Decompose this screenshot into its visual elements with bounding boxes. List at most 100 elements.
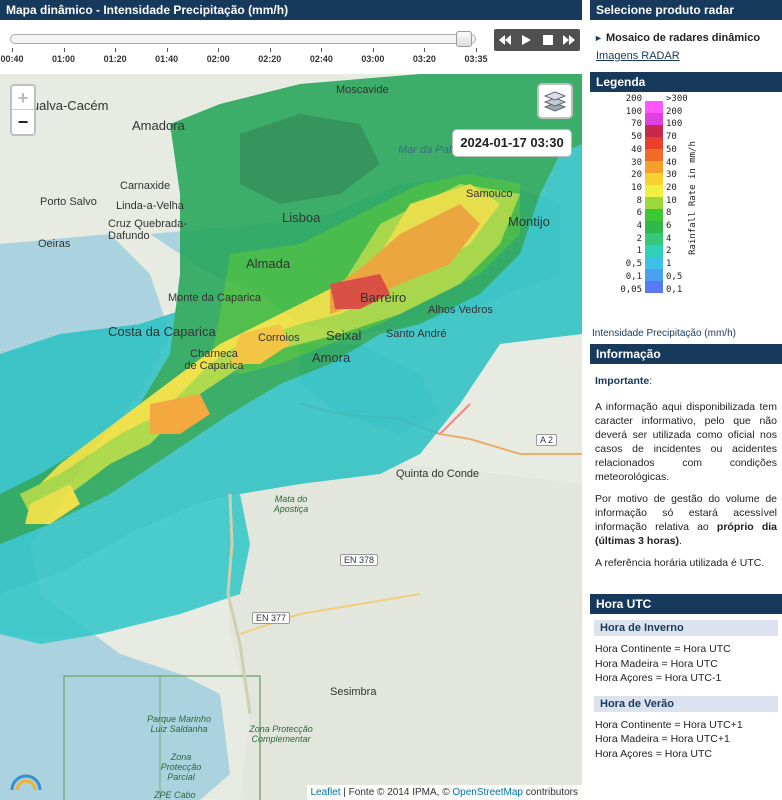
- winter-title: Hora de Inverno: [594, 620, 778, 636]
- legend-right-label: 2: [666, 246, 672, 257]
- map-canvas[interactable]: [0, 74, 582, 800]
- fast-forward-icon[interactable]: [560, 31, 578, 49]
- place-charneca: Charneca de Caparica: [184, 348, 244, 372]
- attribution-suffix: contributors: [522, 787, 578, 798]
- zoom-out-button[interactable]: −: [12, 110, 34, 134]
- place-barreiro: Barreiro: [360, 290, 407, 305]
- timeline: 00:40 01:00 01:20 01:40 02:00 02:20 02:40 03:00…: [0, 20, 582, 74]
- legend-right-label: 30: [666, 170, 677, 181]
- legend-right-label: 0,1: [666, 284, 683, 295]
- legend-color-swatch: [645, 233, 663, 245]
- time-tick: [115, 48, 117, 52]
- time-tick: [372, 48, 374, 52]
- place-carnaxide: Carnaxide: [120, 180, 171, 192]
- place-sesimbra: Sesimbra: [330, 686, 377, 698]
- place-samouco: Samouco: [466, 188, 513, 200]
- time-slider-track[interactable]: [10, 34, 476, 44]
- play-icon[interactable]: [517, 31, 535, 49]
- legend-left-label: 10: [631, 182, 642, 193]
- place-corroios: Corroios: [258, 332, 300, 344]
- legend-color-swatch: [645, 197, 663, 209]
- rewind-icon[interactable]: [496, 31, 514, 49]
- radar-map[interactable]: Agualva-Cacém Amadora Moscavide Carnaxid…: [0, 74, 582, 800]
- product-title: Selecione produto radar: [590, 0, 782, 20]
- time-ticks: 00:40 01:00 01:20 01:40 02:00 02:20 02:40 03:00…: [0, 48, 490, 74]
- place-santo-andre: Santo André: [386, 328, 447, 340]
- legend-left-label: 20: [631, 170, 642, 181]
- time-tick: [63, 48, 65, 52]
- info-title: Informação: [590, 344, 782, 364]
- legend-right-label: 6: [666, 221, 672, 231]
- animation-controls: [494, 29, 580, 51]
- time-tick-label: 02:00: [206, 54, 230, 64]
- summer-title: Hora de Verão: [594, 695, 778, 712]
- place-zona-complementar: Zona Protecção Complementar: [249, 724, 313, 744]
- images-radar-link[interactable]: Imagens RADAR: [590, 50, 680, 62]
- place-cruz-quebrada: Cruz Quebrada-Dafundo: [108, 218, 187, 242]
- legend-color-swatch: [645, 149, 663, 161]
- time-slider-handle[interactable]: [456, 31, 472, 47]
- place-zona-protecao: Zona Protecção Parcial: [160, 752, 202, 782]
- place-porto-salvo: Porto Salvo: [40, 196, 97, 208]
- place-zpe-cabo: ZPE Cabo: [154, 790, 196, 800]
- legend-color-swatch: [645, 281, 663, 293]
- place-costa-da-caparica: Costa da Caparica: [108, 324, 216, 339]
- legend-left-label: 50: [631, 132, 642, 143]
- time-tick-label: 00:40: [0, 54, 24, 64]
- legend-left-label: 40: [631, 144, 642, 155]
- legend-title: Legenda: [590, 72, 782, 92]
- legend-right-label: 8: [666, 208, 672, 219]
- map-timestamp: 2024-01-17 03:30: [452, 129, 572, 157]
- legend-color-swatch: [645, 245, 663, 257]
- legend-color-swatch: [645, 161, 663, 173]
- legend-right-label: 1: [666, 259, 672, 270]
- legend-color-swatch: [645, 269, 663, 281]
- time-tick-label: 01:00: [52, 54, 76, 64]
- place-seixal: Seixal: [326, 328, 362, 343]
- summer-continente: Hora Continente = Hora UTC+1: [595, 718, 743, 731]
- info-body: Importante: A informação aqui disponibil…: [590, 364, 782, 584]
- utc-title: Hora UTC: [590, 594, 782, 614]
- time-tick-label: 03:20: [412, 54, 436, 64]
- left-panel: Mapa dinâmico - Intensidade Precipitação…: [0, 0, 582, 800]
- zoom-control: + −: [10, 84, 36, 136]
- time-tick-label: 01:40: [155, 54, 179, 64]
- stop-icon[interactable]: [539, 31, 557, 49]
- legend-color-swatch: [645, 209, 663, 221]
- images-link-row: Imagens RADAR: [590, 44, 782, 62]
- legend-right-label: 70: [666, 132, 677, 143]
- legend-left-label: 0,05: [620, 284, 642, 295]
- legend-color-swatch: [645, 173, 663, 185]
- legend-color-swatch: [645, 137, 663, 149]
- product-item-mosaic[interactable]: ► Mosaico de radares dinâmico: [590, 20, 782, 44]
- summer-madeira: Hora Madeira = Hora UTC+1: [595, 733, 730, 745]
- winter-acores: Hora Açores = Hora UTC-1: [595, 672, 722, 684]
- legend-left-label: 4: [636, 221, 642, 231]
- time-tick: [321, 48, 323, 52]
- osm-link[interactable]: OpenStreetMap: [452, 787, 523, 798]
- legend-left-label: 8: [636, 195, 642, 206]
- important-colon: :: [649, 375, 653, 387]
- legend-right-label: 100: [666, 119, 683, 130]
- time-tick: [424, 48, 426, 52]
- legend: 200 100 70 50 40 30 20 10 8 6 4 2 1 0,5 0,1 0,05 >300 20…: [590, 92, 782, 344]
- legend-right-label: >300: [666, 94, 688, 104]
- info-p2-end: .: [679, 535, 682, 547]
- place-almada: Almada: [246, 256, 291, 271]
- summer-acores: Hora Açores = Hora UTC: [595, 747, 712, 760]
- place-oeiras: Oeiras: [38, 238, 71, 250]
- road-en377: EN 377: [252, 612, 291, 624]
- legend-left-label: 200: [625, 94, 642, 104]
- right-panel: Selecione produto radar ► Mosaico de rad…: [590, 0, 782, 800]
- winter-madeira: Hora Madeira = Hora UTC: [595, 657, 718, 670]
- legend-right-label: 50: [666, 144, 677, 155]
- zoom-in-button[interactable]: +: [12, 86, 34, 110]
- leaflet-link[interactable]: Leaflet: [311, 787, 341, 798]
- legend-caption: Intensidade Precipitação (mm/h): [592, 328, 736, 339]
- layers-button[interactable]: [537, 83, 573, 119]
- info-paragraph-2: Por motivo de gestão do volume de inform…: [595, 492, 777, 548]
- legend-left-label: 1: [636, 246, 642, 257]
- legend-color-swatch: [645, 125, 663, 137]
- info-paragraph-1: A informação aqui disponibilizada tem ca…: [595, 401, 777, 483]
- time-tick: [476, 48, 477, 52]
